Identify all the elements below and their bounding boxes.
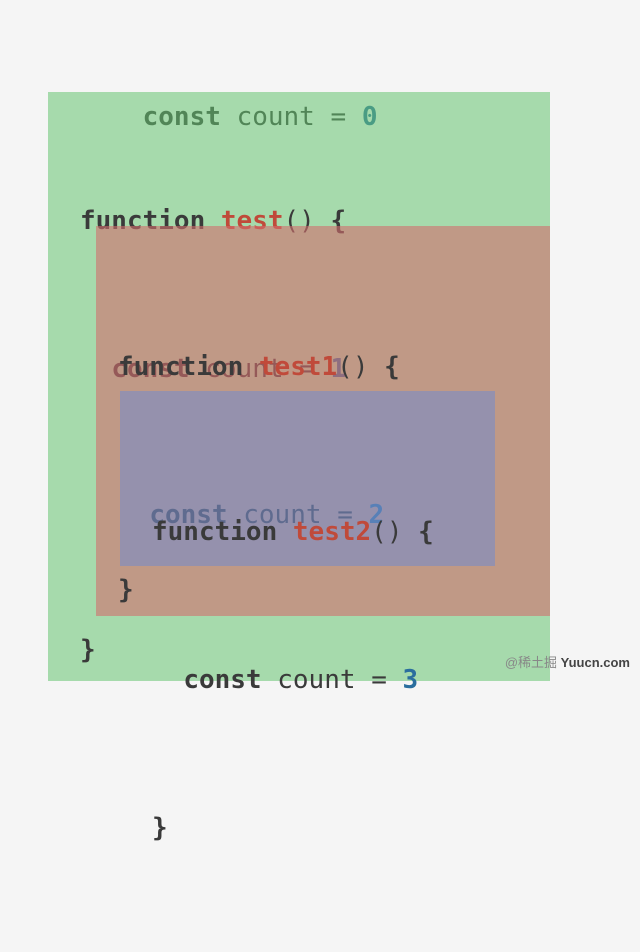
scope-test1: function test1() { const count = 2 funct…	[96, 226, 550, 616]
brace-open: {	[384, 352, 400, 382]
keyword-const: const	[183, 665, 261, 695]
scope-test: function test() { const count = 1 functi…	[48, 92, 550, 681]
fn-test1-signature: function test1() {	[118, 343, 400, 392]
scope-test2: function test2() { const count = 3 }	[120, 391, 495, 566]
brace-close-test1: }	[118, 566, 134, 615]
operator-eq: =	[371, 665, 387, 695]
identifier-count: count	[277, 665, 355, 695]
keyword-function: function	[152, 517, 277, 547]
watermark-site: Yuucn.com	[561, 655, 630, 670]
fn-name-test1: test1	[259, 352, 337, 382]
code-line-count-3: const count = 3	[152, 656, 434, 705]
watermark-prefix: @稀土掘	[505, 655, 557, 670]
paren-open: (	[337, 352, 353, 382]
keyword-function: function	[118, 352, 243, 382]
brace-close-test: }	[80, 626, 96, 675]
image-watermark: @稀土掘 Yuucn.com	[490, 626, 630, 700]
fn-name-test2: test2	[293, 517, 371, 547]
code-scope-diagram: const count = 0 function test() { const …	[0, 0, 640, 714]
paren-close: )	[387, 517, 403, 547]
paren-close: )	[353, 352, 369, 382]
paren-open: (	[371, 517, 387, 547]
brace-open: {	[418, 517, 434, 547]
number-3: 3	[403, 665, 419, 695]
scope-test2-code: function test2() { const count = 3 }	[152, 409, 434, 952]
fn-test2-signature: function test2() {	[152, 508, 434, 557]
brace-close-test2: }	[152, 804, 434, 853]
